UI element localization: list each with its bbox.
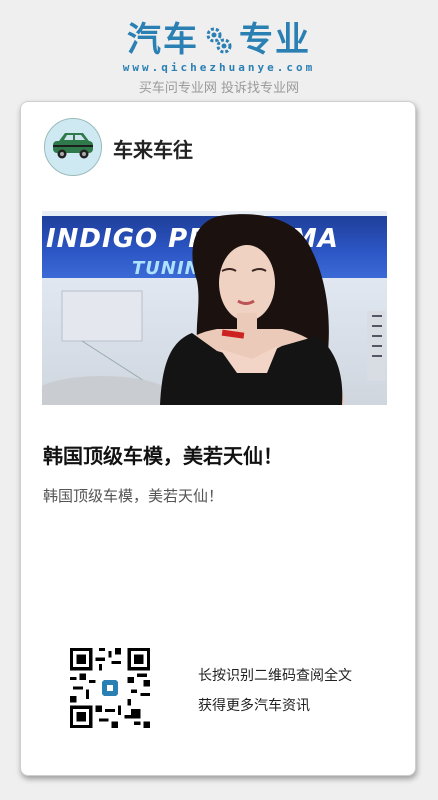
post-photo[interactable]: INDIGO PERFORMA TUNING PARTS (42, 211, 387, 405)
author-name[interactable]: 车来车往 (113, 134, 193, 163)
car-avatar-icon (53, 133, 93, 159)
logo: 汽车 专业 (0, 18, 438, 62)
qr-instruction: 长按识别二维码查阅全文 (198, 668, 352, 684)
post-description: 韩国顶级车模，美若天仙！ (43, 487, 224, 505)
model-figure (42, 214, 385, 405)
logo-text-right: 专业 (239, 20, 311, 60)
gear-icon (206, 27, 232, 54)
qr-subtext: 获得更多汽车资讯 (198, 698, 310, 714)
post-title[interactable]: 韩国顶级车模，美若天仙！ (43, 440, 283, 469)
logo-text-left: 汽车 (127, 20, 199, 60)
share-card: 车来车往 INDIGO PERFORMA TUNING PARTS 韩国顶级车模… (20, 101, 416, 776)
qr-code[interactable] (70, 648, 150, 728)
tagline: 买车问专业网 投诉找专业网 (138, 81, 300, 96)
avatar[interactable] (44, 118, 102, 176)
site-domain: www.qichezhuanye.com (122, 61, 316, 74)
qr-code-icon (70, 648, 150, 728)
brand-header: 汽车 专业 www.qichezhuanye.com 买车问专业网 投诉找专业网 (0, 18, 438, 96)
